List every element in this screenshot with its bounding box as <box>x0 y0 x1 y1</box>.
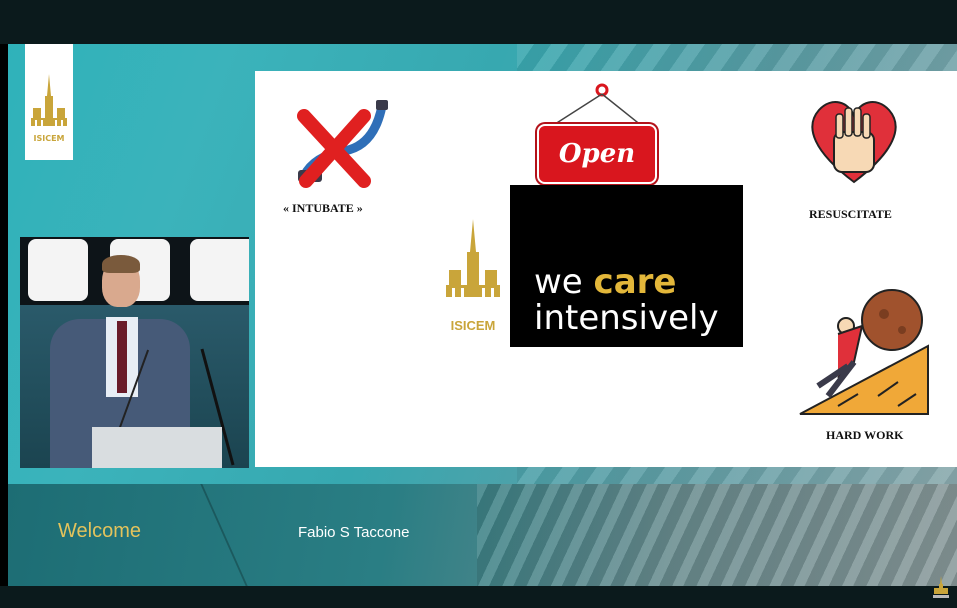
tagline-line2: intensively <box>534 298 719 338</box>
caption-intubate: « INTUBATE » <box>283 201 363 215</box>
open-sign: Open <box>537 124 657 184</box>
tagline-care: care <box>593 262 677 302</box>
speaker-video <box>20 237 249 468</box>
logo-label: ISICEM <box>33 134 65 143</box>
cathedral-logo-icon <box>446 219 500 297</box>
heart-hands-icon <box>811 101 897 184</box>
caption-hard-work: HARD WORK <box>826 428 904 442</box>
lower-third-divider <box>200 484 248 586</box>
we-care-logo-label: ISICEM <box>450 318 496 333</box>
tagline-line1: we care <box>534 262 676 302</box>
lectern-laptop <box>92 427 222 468</box>
caption-resuscitate: RESUSCITATE <box>809 207 892 221</box>
cathedral-logo-icon <box>31 74 67 126</box>
speaker-tie <box>117 321 127 393</box>
tagline-we: we <box>534 262 594 302</box>
sisyphus-boulder-icon <box>799 289 929 415</box>
we-care-logo: ISICEM <box>436 210 510 345</box>
bottom-letterbox <box>0 586 957 608</box>
crossed-intubation-icon <box>297 100 388 188</box>
isicem-corner-logo: ISICEM <box>25 44 73 160</box>
lower-third-pattern <box>477 484 957 586</box>
welcome-label: Welcome <box>58 520 141 542</box>
top-letterbox <box>0 0 957 44</box>
open-sign-text: Open <box>558 139 636 169</box>
video-frame: ISICEM « INTUBATE » Open ISICEM we care … <box>0 0 957 608</box>
speaker-name: Fabio S Taccone <box>298 524 410 541</box>
subscribe-watermark-icon[interactable] <box>932 576 950 600</box>
speaker-hair <box>102 255 140 273</box>
lower-third-banner <box>8 484 957 586</box>
